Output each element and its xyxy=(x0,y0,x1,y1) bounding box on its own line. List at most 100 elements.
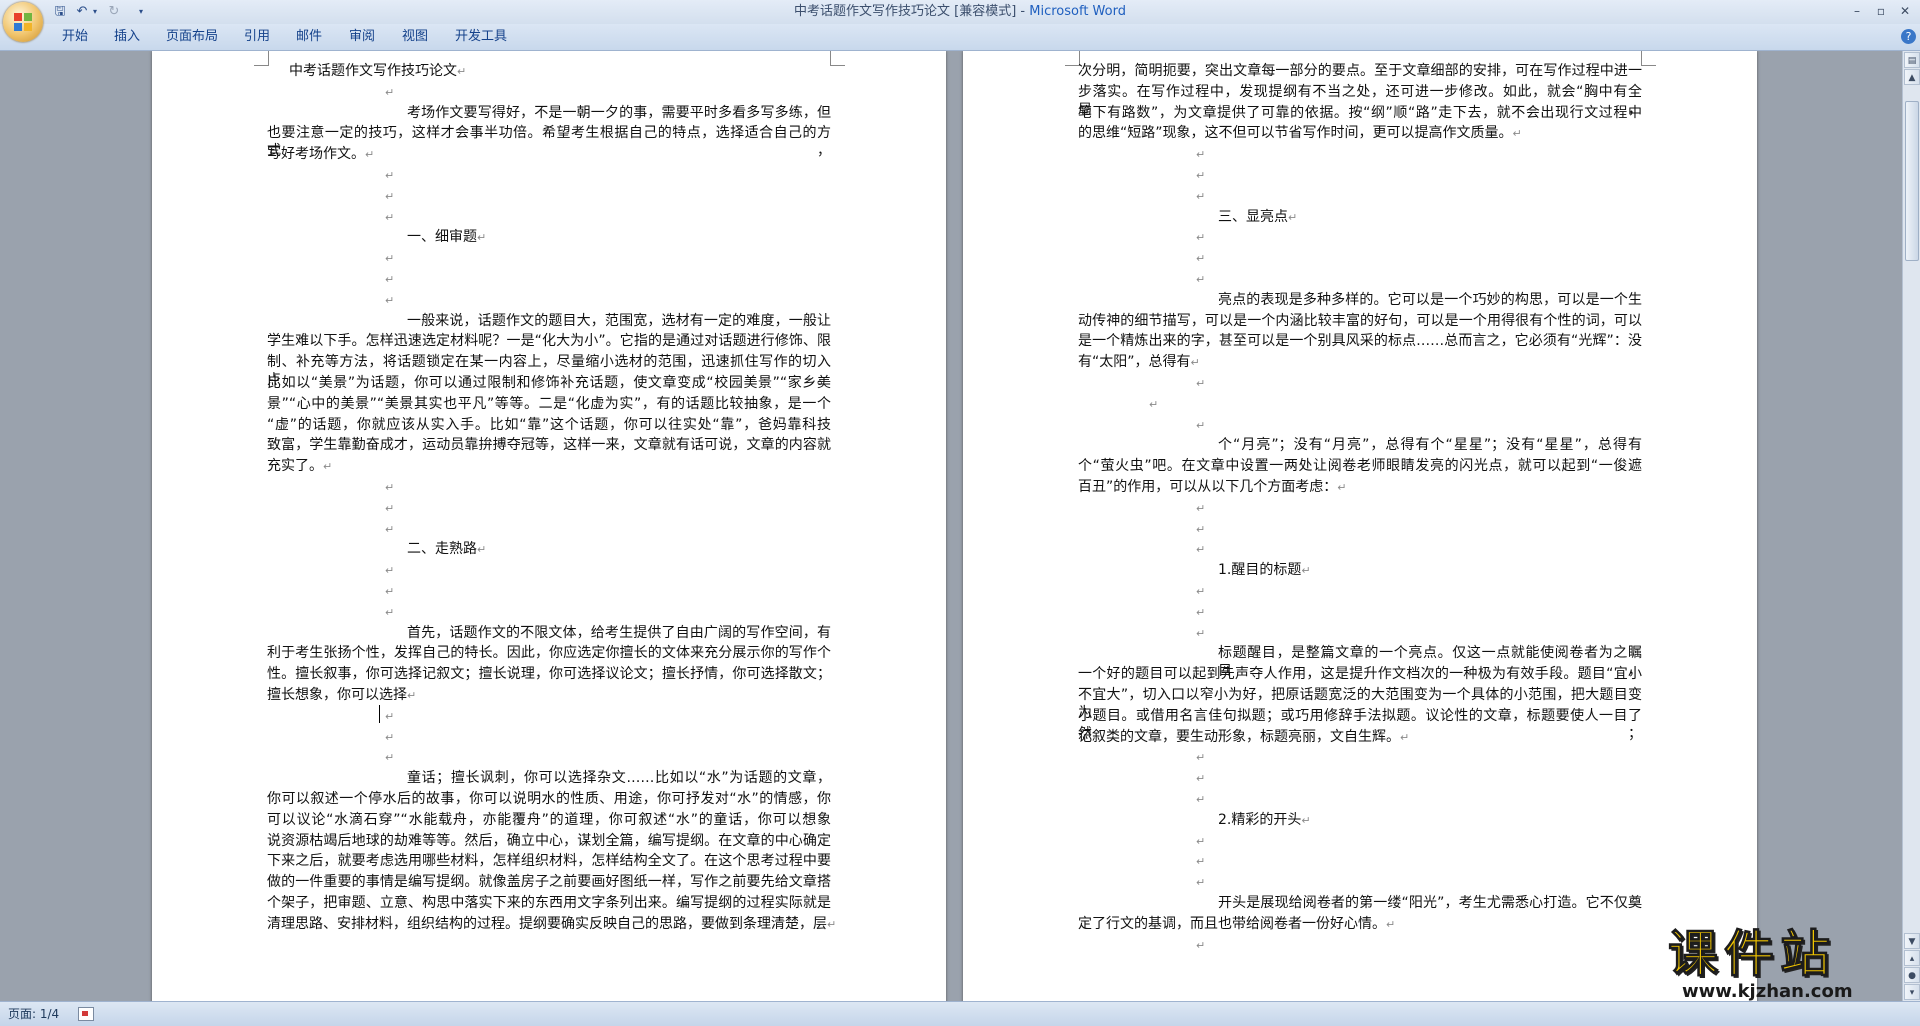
paragraph-mark: ↵ xyxy=(385,481,395,494)
tab-developer[interactable]: 开发工具 xyxy=(455,24,507,50)
vertical-scrollbar[interactable]: ▤ ▲ ▼ ▴ ● ▾ xyxy=(1902,51,1920,1001)
line-text: 动传神的细节描写，可以是一个内涵比较丰富的好句，可以是一个用得很有个性的词，可以 xyxy=(1078,312,1642,329)
empty-paragraph: ↵ xyxy=(385,561,394,580)
section-heading: 一、细审题↵ xyxy=(407,228,486,247)
paragraph-line: 写好考场作文。↵ xyxy=(267,145,374,164)
paragraph-mark: ↵ xyxy=(385,564,395,578)
watermark-url: www.kjzhan.com xyxy=(1682,981,1853,1002)
paragraph-mark: ↵ xyxy=(1196,501,1206,515)
empty-paragraph: ↵ xyxy=(1196,520,1205,539)
line-text: 可以议论“水滴石穿”“水能载舟，亦能覆舟”的道理，你可叙述“水”的童话，你可以想… xyxy=(267,811,831,828)
paragraph-mark: ↵ xyxy=(1196,855,1206,869)
empty-paragraph: ↵ xyxy=(1196,187,1205,206)
tab-page-layout[interactable]: 页面布局 xyxy=(166,24,218,50)
line-text: 二、走熟路 xyxy=(407,541,477,558)
paragraph-line: 个“萤火虫”吧。在文章中设置一两处让阅卷老师眼睛发亮的闪光点，就可以起到“一俊遮 xyxy=(1078,457,1642,475)
tab-review[interactable]: 审阅 xyxy=(349,24,375,50)
scroll-up-icon[interactable]: ▲ xyxy=(1904,69,1920,85)
paragraph-mark: ↵ xyxy=(1196,273,1206,286)
empty-paragraph: ↵ xyxy=(1196,374,1205,393)
save-icon[interactable]: 🖫 xyxy=(52,4,68,20)
paragraph-line: 亮点的表现是多种多样的。它可以是一个巧妙的构思，可以是一个生 xyxy=(1218,291,1642,309)
paragraph-mark: ↵ xyxy=(385,730,395,744)
site-watermark: 课件站 www.kjzhan.com xyxy=(1668,924,1908,1006)
paragraph-mark: ↵ xyxy=(1196,626,1206,640)
line-text: 百丑”的作用，可以从以下几个方面考虑： xyxy=(1078,479,1338,495)
paragraph-mark: ↵ xyxy=(385,501,395,515)
paragraph-line: 记叙类的文章，要生动形象，标题亮丽，文自生辉。↵ xyxy=(1078,728,1409,747)
minimize-icon[interactable]: – xyxy=(1848,3,1866,19)
empty-paragraph: ↵ xyxy=(385,603,394,622)
paragraph-line: 开头是展现给阅卷者的第一缕“阳光”，考生尤需悉心打造。它不仅奠 xyxy=(1218,894,1642,912)
paragraph-line: 充实了。↵ xyxy=(267,457,332,476)
text-cursor xyxy=(379,704,380,723)
tab-home[interactable]: 开始 xyxy=(62,24,88,50)
empty-paragraph: ↵ xyxy=(385,520,394,539)
paragraph-mark: ↵ xyxy=(1196,252,1206,266)
empty-paragraph: ↵ xyxy=(1196,790,1205,809)
paragraph-line: 你可以叙述一个停水后的故事，你可以说明水的性质、用途，你可抒发对“水”的情感，你 xyxy=(267,790,831,808)
paragraph-mark: ↵ xyxy=(1301,564,1311,578)
paragraph-mark: ↵ xyxy=(477,543,487,557)
scrollbar-thumb[interactable] xyxy=(1905,101,1919,261)
paragraph-mark: ↵ xyxy=(385,709,395,723)
paragraph-mark: ↵ xyxy=(385,605,395,619)
paragraph-mark: ↵ xyxy=(385,252,395,266)
paragraph-mark: ↵ xyxy=(1196,377,1206,390)
paragraph-mark: ↵ xyxy=(385,585,395,598)
line-text: 亮点的表现是多种多样的。它可以是一个巧妙的构思，可以是一个生 xyxy=(1218,291,1642,308)
page-indicator[interactable]: 页面: 1/4 xyxy=(8,1002,59,1026)
document-title: 中考话题作文写作技巧论文 [兼容模式] xyxy=(794,4,1017,19)
paragraph-mark: ↵ xyxy=(1196,772,1206,786)
section-heading: 二、走熟路↵ xyxy=(407,540,486,559)
empty-paragraph: ↵ xyxy=(385,249,394,268)
empty-paragraph: ↵ xyxy=(1196,145,1205,164)
office-button[interactable] xyxy=(3,2,43,42)
paragraph-line: 是一个精炼出来的字，甚至可以是一个别具风采的标点……总而言之，它必须有“光辉”：… xyxy=(1078,332,1642,350)
paragraph-line: 步落实。在写作过程中，发现提纲有不当之处，还可进一步修改。如此，就会“胸中有全局… xyxy=(1078,83,1642,118)
paragraph-line: 动传神的细节描写，可以是一个内涵比较丰富的好句，可以是一个用得很有个性的词，可以 xyxy=(1078,312,1642,330)
tab-references[interactable]: 引用 xyxy=(244,24,270,50)
ruler-toggle-icon[interactable]: ▤ xyxy=(1904,52,1920,68)
paragraph-mark: ↵ xyxy=(385,169,395,182)
line-text: 个“月亮”；没有“月亮”，总得有个“星星”；没有“星星”，总得有 xyxy=(1218,437,1642,454)
document-title-line: 中考话题作文写作技巧论文↵ xyxy=(289,62,466,81)
close-icon[interactable]: ✕ xyxy=(1896,3,1914,19)
line-text: 清理思路、安排材料，组织结构的过程。提纲要确实反映自己的思路，要做到条理清楚，层 xyxy=(267,915,827,932)
paragraph-mark: ↵ xyxy=(1400,730,1410,744)
empty-paragraph: ↵ xyxy=(1196,832,1205,851)
section-heading: 1.醒目的标题↵ xyxy=(1218,561,1311,580)
paragraph-line: 不宜大”，切入口以窄小为好，把原话题宽泛的大范围变为一个具体的小范围，把大题目变… xyxy=(1078,686,1642,721)
help-icon[interactable]: ? xyxy=(1901,29,1916,44)
paragraph-mark: ↵ xyxy=(1196,793,1206,806)
empty-paragraph: ↵ xyxy=(385,582,394,601)
empty-paragraph: ↵ xyxy=(1196,249,1205,268)
undo-dropdown-icon[interactable]: ▾ xyxy=(90,4,100,20)
app-name: Microsoft Word xyxy=(1029,4,1126,19)
line-text: 比如以“美景”为话题，你可以通过限制和修饰补充话题，使文章变成“校园美景”“家乡… xyxy=(267,375,831,391)
redo-icon[interactable]: ↻ xyxy=(106,4,122,20)
customize-qat-icon[interactable]: ▾ xyxy=(136,4,146,20)
document-page-2[interactable]: 次分明，简明扼要，突出文章每一部分的要点。至于文章细部的安排，可在写作过程中进一… xyxy=(963,51,1757,1001)
proofing-status-icon[interactable] xyxy=(78,1007,94,1021)
paragraph-line: 一个好的题目可以起到先声夺人作用，这是提升作文档次的一种极为有效手段。题目“宜小 xyxy=(1078,665,1642,683)
line-text: 一个好的题目可以起到先声夺人作用，这是提升作文档次的一种极为有效手段。题目“宜小 xyxy=(1078,666,1642,683)
document-page-1[interactable]: 中考话题作文写作技巧论文↵ ↵ 考场作文要写得好，不是一朝一夕的事，需要平时多看多写… xyxy=(152,51,946,1001)
empty-paragraph: ↵ xyxy=(1196,228,1205,247)
paragraph-line: 有“太阳”，总得有↵ xyxy=(1078,353,1200,372)
tab-mailings[interactable]: 邮件 xyxy=(296,24,322,50)
paragraph-line: 标题醒目，是整篇文章的一个亮点。仅这一点就能使阅卷者为之瞩目， xyxy=(1218,644,1642,679)
paragraph-line: 性。擅长叙事，你可选择记叙文；擅长说理，你可选择议论文；擅长抒情，你可选择散文； xyxy=(267,665,831,683)
restore-icon[interactable]: ▫ xyxy=(1872,3,1890,19)
line-text: 考场作文要写得好，不是一朝一夕的事，需要平时多看多写多练，但 xyxy=(407,104,831,121)
line-text: 三、显亮点 xyxy=(1218,208,1288,225)
undo-icon[interactable]: ↶ xyxy=(74,4,90,20)
watermark-logo: 课件站 xyxy=(1668,924,1836,983)
tab-insert[interactable]: 插入 xyxy=(114,24,140,50)
empty-paragraph: ↵ xyxy=(385,728,394,747)
line-text: 次分明，简明扼要，突出文章每一部分的要点。至于文章细部的安排，可在写作过程中进一 xyxy=(1078,63,1642,79)
paragraph-mark: ↵ xyxy=(1196,751,1206,765)
section-heading: 三、显亮点↵ xyxy=(1218,208,1297,227)
tab-view[interactable]: 视图 xyxy=(402,24,428,50)
margin-corner-marker xyxy=(1641,51,1656,66)
